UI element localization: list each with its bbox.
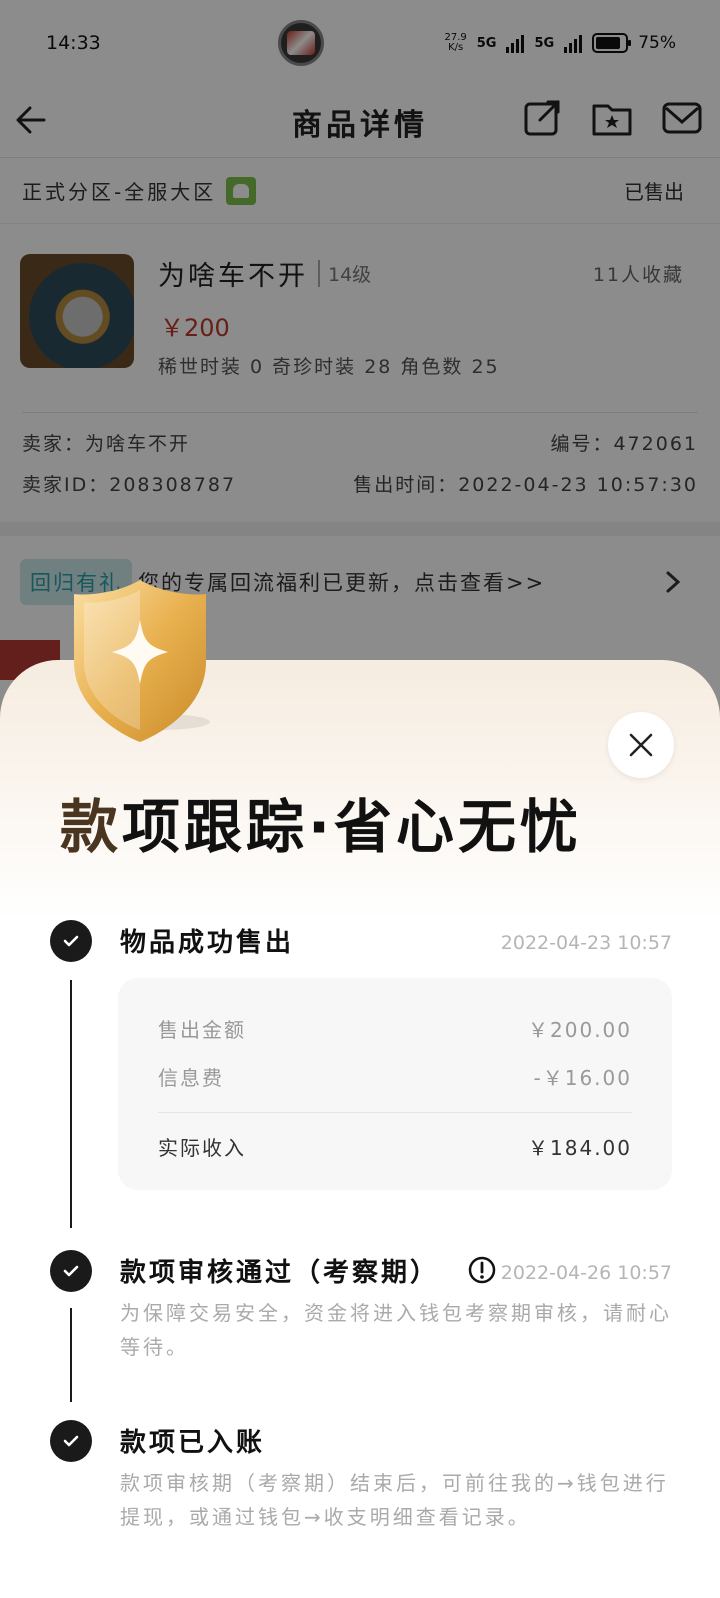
amount-breakdown: 售出金额 ￥200.00 信息费 -￥16.00 实际收入 ￥184.00: [118, 978, 672, 1190]
step-3-desc: 款项审核期（考察期）结束后，可前往我的→钱包进行提现，或通过钱包→收支明细查看记…: [120, 1471, 669, 1529]
step-2-time: 2022-04-26 10:57: [500, 1262, 672, 1284]
step-1-time: 2022-04-23 10:57: [500, 932, 672, 954]
step-connector: [70, 980, 72, 1228]
step-1-check-icon: [50, 920, 92, 962]
step-3-check-icon: [50, 1420, 92, 1462]
close-button[interactable]: [608, 712, 674, 778]
divider: [158, 1112, 632, 1113]
fee-row: 信息费 -￥16.00: [158, 1066, 632, 1090]
shield-star-icon: [74, 580, 210, 742]
step-2-check-icon: [50, 1250, 92, 1292]
step-3-title: 款项已入账: [120, 1428, 266, 1458]
step-2-title: 款项审核通过（考察期）: [120, 1258, 440, 1288]
warning-circle-icon[interactable]: [468, 1256, 496, 1284]
check-icon: [63, 1435, 79, 1447]
net-income-row: 实际收入 ￥184.00: [158, 1136, 632, 1160]
step-2-desc: 为保障交易安全，资金将进入钱包考察期审核，请耐心等待。: [120, 1301, 672, 1359]
sheet-title: 款项跟踪·省心无忧: [60, 793, 583, 861]
check-icon: [63, 935, 79, 947]
check-icon: [63, 1265, 79, 1277]
close-icon: [629, 733, 653, 757]
sale-amount-row: 售出金额 ￥200.00: [158, 1018, 632, 1042]
step-connector: [70, 1308, 72, 1402]
step-1-title: 物品成功售出: [120, 928, 295, 958]
